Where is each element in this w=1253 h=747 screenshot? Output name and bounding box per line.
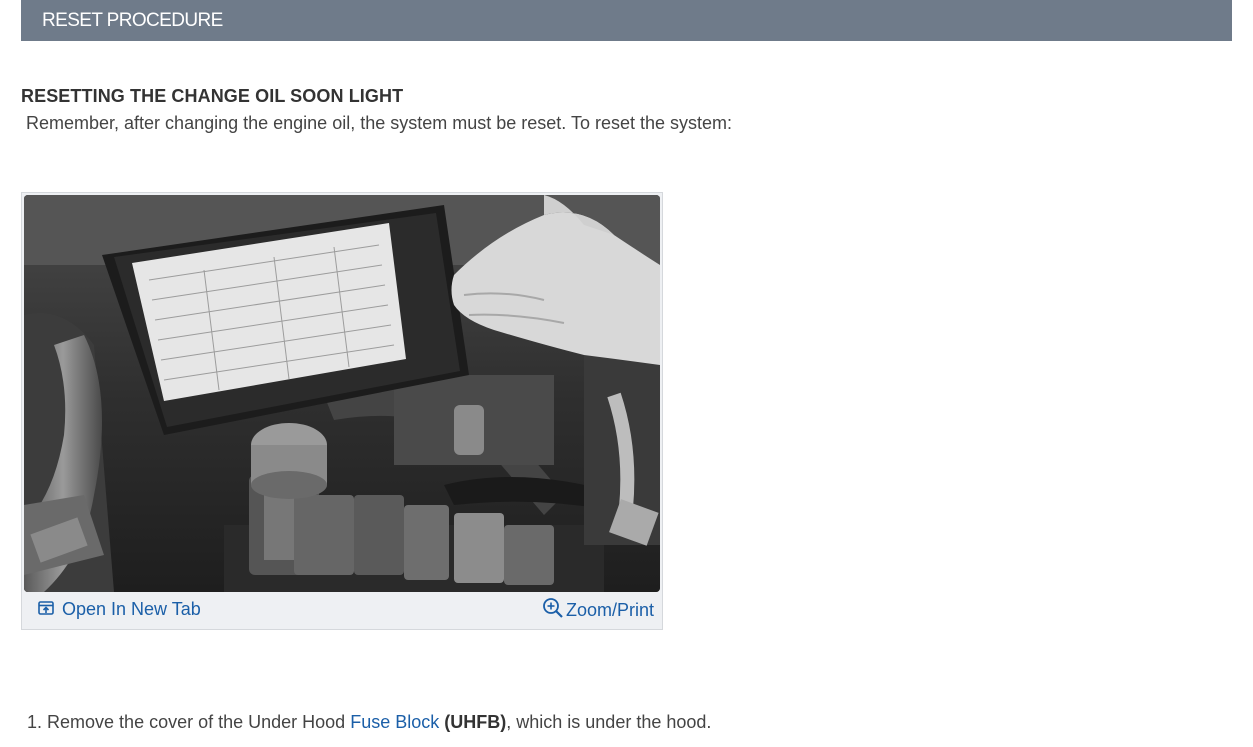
section-header: RESET PROCEDURE bbox=[21, 0, 1232, 41]
step-item: 1. Remove the cover of the Under Hood Fu… bbox=[27, 712, 711, 733]
step-text-prefix: Remove the cover of the Under Hood bbox=[47, 712, 346, 732]
fuse-block-photo[interactable] bbox=[24, 195, 660, 592]
open-in-new-tab-link[interactable]: Open In New Tab bbox=[38, 599, 201, 620]
page: RESET PROCEDURE RESETTING THE CHANGE OIL… bbox=[0, 0, 1253, 747]
zoom-print-label: Zoom/Print bbox=[565, 600, 654, 620]
figure-card: Open In New Tab Zoom/Print bbox=[21, 192, 663, 630]
step-bold-term: (UHFB) bbox=[444, 712, 507, 732]
step-text-suffix: , which is under the hood. bbox=[506, 712, 712, 732]
open-new-tab-icon bbox=[38, 599, 54, 620]
step-number: 1. bbox=[27, 712, 43, 732]
open-in-new-tab-label: Open In New Tab bbox=[62, 599, 201, 619]
fuse-block-link[interactable]: Fuse Block bbox=[350, 712, 439, 732]
procedure-subheading: RESETTING THE CHANGE OIL SOON LIGHT bbox=[21, 86, 404, 106]
section-title: RESET PROCEDURE bbox=[42, 10, 223, 31]
zoom-in-icon bbox=[542, 597, 564, 624]
figure-footer: Open In New Tab Zoom/Print bbox=[22, 593, 662, 629]
zoom-print-link[interactable]: Zoom/Print bbox=[542, 597, 654, 624]
intro-text: Remember, after changing the engine oil,… bbox=[26, 113, 733, 133]
